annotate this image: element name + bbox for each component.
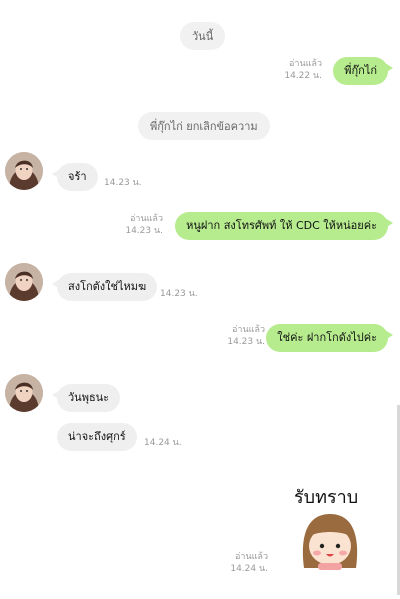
message-text: สงโกตังใช่ไหมฆ (68, 280, 147, 293)
message-meta: อ่านแล้ว 14.23 น. (125, 213, 163, 237)
read-receipt: อ่านแล้ว (130, 214, 163, 224)
message-text: วันพุธนะ (68, 391, 110, 404)
avatar[interactable] (5, 374, 43, 412)
avatar-photo-icon (5, 374, 43, 412)
message-text: น่าจะถึงศุกร์ (68, 430, 126, 443)
message-meta: อ่านแล้ว 14.24 น. (230, 551, 268, 575)
system-notice: พี่กุ๊กไก่ ยกเลิกข้อความ (138, 112, 270, 140)
girl-face-sticker-icon (302, 514, 358, 570)
message-time: 14.22 น. (284, 71, 322, 81)
sticker-message[interactable]: รับทราบ (288, 482, 372, 572)
sticker-caption: รับทราบ (294, 487, 359, 508)
message-text: จร้า (68, 170, 87, 183)
incoming-message[interactable]: น่าจะถึงศุกร์ (57, 423, 137, 451)
message-meta: อ่านแล้ว 14.22 น. (284, 58, 322, 82)
message-text: พี่กุ๊กไก่ (344, 64, 377, 77)
message-time: 14.24 น. (144, 438, 182, 448)
message-text: ใช่ค่ะ ฝากโกดังไปค่ะ (277, 331, 377, 344)
incoming-message[interactable]: วันพุธนะ (51, 384, 121, 412)
message-time: 14.23 น. (227, 337, 265, 347)
message-time: 14.23 น. (104, 178, 142, 188)
avatar-photo-icon (5, 263, 43, 301)
avatar[interactable] (5, 263, 43, 301)
notice-text: พี่กุ๊กไก่ ยกเลิกข้อความ (150, 120, 258, 133)
message-meta: อ่านแล้ว 14.23 น. (227, 324, 265, 348)
message-text: หนูฝาก สงโทรศัพท์ ให้ CDC ให้หน่อยค่ะ (186, 219, 377, 232)
incoming-message[interactable]: สงโกตังใช่ไหมฆ (51, 273, 158, 301)
read-receipt: อ่านแล้ว (235, 552, 268, 562)
date-label: วันนี้ (192, 30, 214, 43)
outgoing-message[interactable]: พี่กุ๊กไก่ (333, 57, 393, 85)
read-receipt: อ่านแล้ว (232, 325, 265, 335)
message-time: 14.24 น. (230, 564, 268, 574)
date-separator: วันนี้ (180, 22, 226, 50)
incoming-message[interactable]: จร้า (52, 163, 98, 191)
avatar-photo-icon (5, 152, 43, 190)
message-time: 14.23 น. (125, 226, 163, 236)
message-time: 14.23 น. (160, 289, 198, 299)
outgoing-message[interactable]: ใช่ค่ะ ฝากโกดังไปค่ะ (266, 324, 393, 352)
read-receipt: อ่านแล้ว (289, 59, 322, 69)
avatar[interactable] (5, 152, 43, 190)
outgoing-message[interactable]: หนูฝาก สงโทรศัพท์ ให้ CDC ให้หน่อยค่ะ (175, 212, 393, 240)
